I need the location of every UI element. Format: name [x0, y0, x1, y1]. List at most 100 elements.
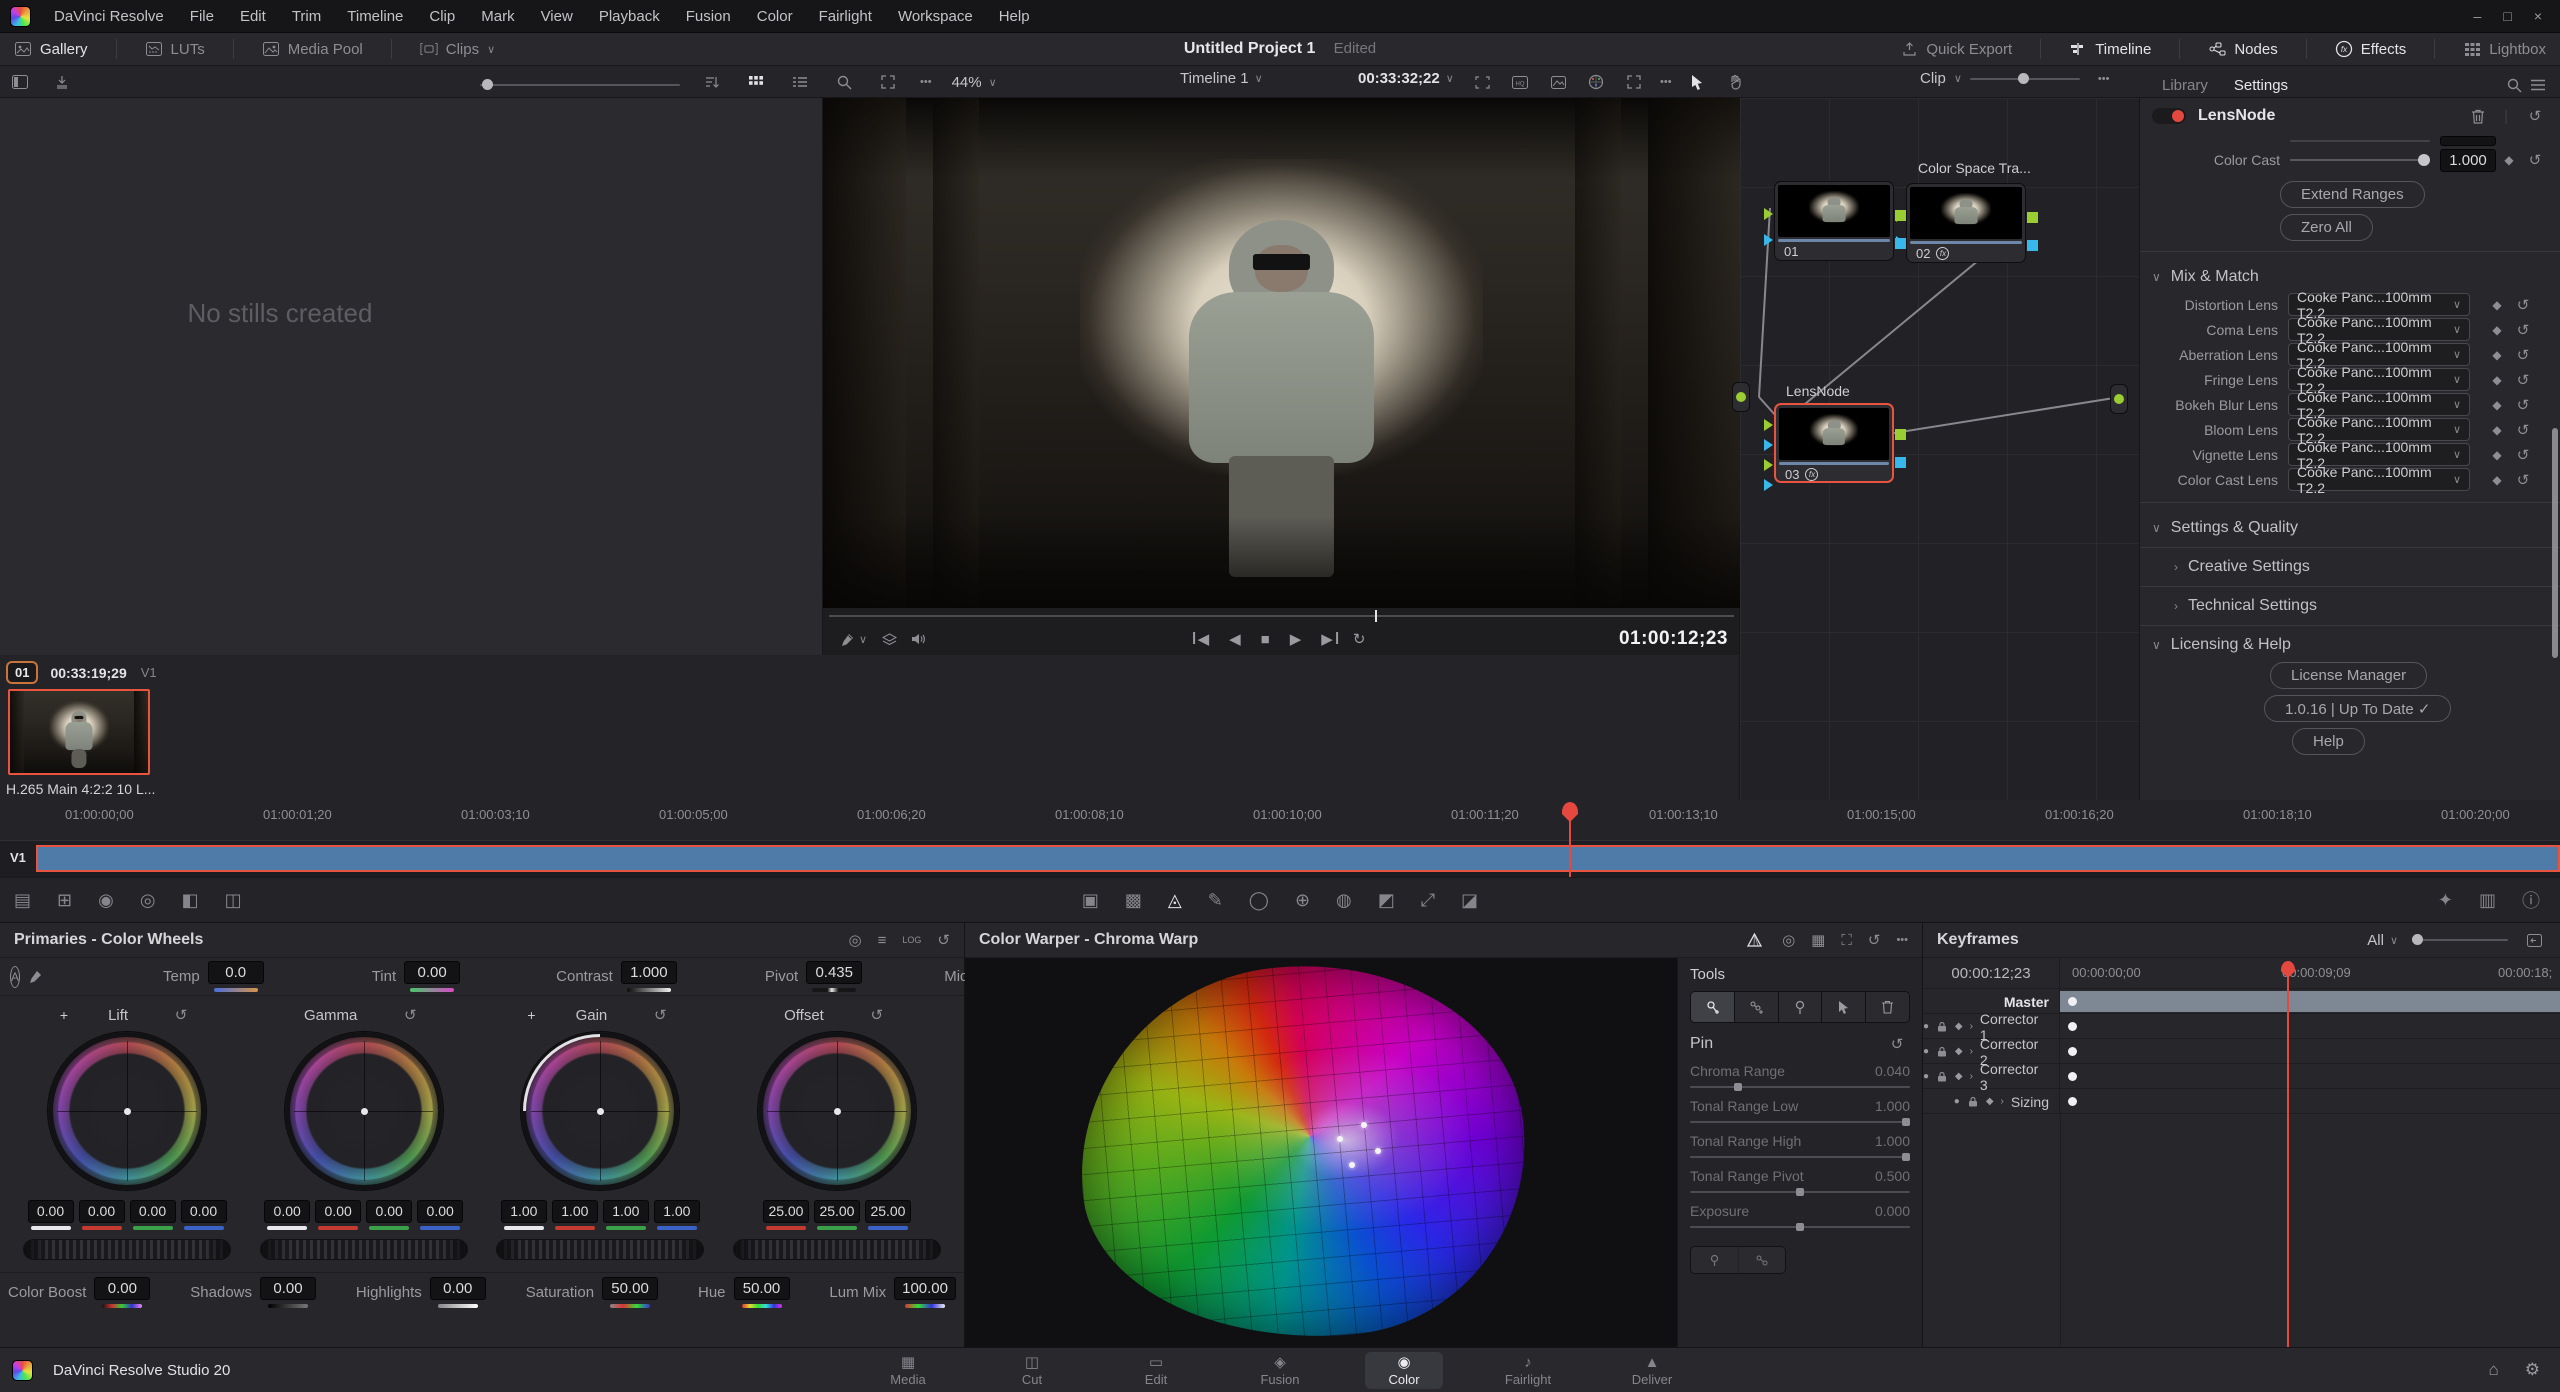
gamma-red-value[interactable]: 0.00 — [315, 1200, 362, 1223]
tonal-range-pivot-slider[interactable]: Tonal Range Pivot 0.500 — [1690, 1168, 1910, 1196]
expand-track-icon[interactable]: › — [1970, 1021, 1973, 1032]
grid-mode-icon[interactable]: ▦ — [1811, 931, 1825, 949]
chroma-warp-mode-icon[interactable] — [1742, 928, 1766, 952]
color-cast-value[interactable]: 1.000 — [2440, 148, 2496, 172]
tonal-range-high-slider[interactable]: Tonal Range High 1.000 — [1690, 1133, 1910, 1161]
keyframe-diamond-icon[interactable]: ◆ — [2484, 323, 2510, 337]
viewer-video[interactable] — [823, 98, 1740, 608]
proxy-quality-icon[interactable]: HQ — [1508, 70, 1532, 94]
reset-warper-icon[interactable]: ↺ — [1868, 931, 1881, 949]
reset-icon[interactable]: ↺ — [2510, 346, 2536, 364]
lock-icon[interactable] — [1936, 1046, 1948, 1058]
wheels-mode-icon[interactable]: ◎ — [849, 931, 862, 949]
reset-icon[interactable]: ↺ — [2510, 321, 2536, 339]
gamma-master-dial[interactable] — [259, 1239, 468, 1260]
lift-blue-value[interactable]: 0.00 — [180, 1200, 227, 1223]
keyframe-diamond-icon[interactable]: ◆ — [2484, 423, 2510, 437]
timeline-ruler[interactable]: 01:00:00;00 01:00:01;20 01:00:03;10 01:0… — [0, 800, 2560, 841]
reset-offset-icon[interactable]: ↺ — [864, 1006, 890, 1024]
node-03-lensnode[interactable]: 03 fx — [1764, 403, 1906, 491]
tonal-range-low-slider[interactable]: Tonal Range Low 1.000 — [1690, 1098, 1910, 1126]
grab-frame-icon[interactable]: ⊞ — [57, 890, 72, 911]
cursor-tool-icon[interactable] — [1686, 70, 1710, 94]
lift-master-value[interactable]: 0.00 — [27, 1200, 74, 1223]
page-edit[interactable]: ▭ Edit — [1117, 1352, 1195, 1389]
kf-track-corrector3[interactable]: ● ◆ › Corrector 3 — [1923, 1061, 2560, 1093]
gallery-panel-button[interactable]: Gallery — [0, 33, 102, 65]
keyframes-playhead-line[interactable] — [2287, 975, 2289, 1348]
menu-color[interactable]: Color — [744, 8, 806, 25]
hue-value[interactable]: 50.00 — [733, 1277, 790, 1300]
media-pool-panel-button[interactable]: Media Pool — [248, 33, 377, 65]
source-node[interactable] — [1732, 382, 1750, 412]
gallery-more-icon[interactable]: ••• — [920, 76, 932, 88]
reset-icon[interactable]: ↺ — [2510, 396, 2536, 414]
pin-mode-icon[interactable] — [1691, 1247, 1738, 1273]
page-cut[interactable]: ◫ Cut — [993, 1352, 1071, 1389]
highlights-value[interactable]: 0.00 — [429, 1277, 486, 1300]
quick-export-button[interactable]: Quick Export — [1886, 33, 2026, 65]
settings-list-icon[interactable] — [2526, 73, 2550, 97]
node-01[interactable]: 01 — [1764, 181, 1906, 261]
camera-raw-icon[interactable]: ▣ — [1082, 890, 1099, 911]
magic-mask-icon[interactable]: ✦ — [2438, 890, 2453, 911]
expand-warper-icon[interactable]: ⛶ — [1841, 932, 1852, 949]
window-close-icon[interactable]: × — [2534, 8, 2542, 24]
keyframes-ruler[interactable]: 00:00:00;00 00:00:09;09 00:00:18; — [2060, 958, 2560, 989]
grade-preview-icon[interactable] — [1584, 70, 1608, 94]
keyframe-diamond-icon[interactable]: ◆ — [2484, 398, 2510, 412]
hue-twist-mode-icon[interactable]: ◎ — [1782, 931, 1795, 949]
node-02[interactable]: 02 fx — [1896, 183, 2038, 263]
pin-tool[interactable] — [1778, 992, 1823, 1022]
gain-red-value[interactable]: 1.00 — [551, 1200, 598, 1223]
bars-mode-icon[interactable]: ≡ — [878, 932, 887, 949]
lum-mix-value[interactable]: 100.00 — [894, 1277, 956, 1300]
add-chained-pin-tool[interactable] — [1734, 992, 1779, 1022]
wipe-modes-icon[interactable] — [877, 627, 901, 651]
sizing-icon[interactable]: ⤢ — [1421, 890, 1435, 911]
delete-effect-icon[interactable] — [2466, 104, 2490, 128]
skip-end-icon[interactable]: ▶ — [1321, 630, 1338, 648]
menu-help[interactable]: Help — [986, 8, 1043, 25]
keyframe-diamond-icon[interactable]: ◆ — [1986, 1096, 1994, 1107]
tint-value[interactable]: 0.00 — [404, 961, 461, 984]
collapse-panel-icon[interactable] — [8, 70, 32, 94]
split-screen-icon[interactable]: ◫ — [225, 890, 242, 911]
contrast-value[interactable]: 1.000 — [620, 961, 677, 984]
expand-icon[interactable] — [876, 70, 900, 94]
chroma-range-slider[interactable]: Chroma Range 0.040 — [1690, 1063, 1910, 1091]
step-back-icon[interactable]: ◀ — [1229, 630, 1241, 648]
menu-workspace[interactable]: Workspace — [885, 8, 986, 25]
scopes-icon[interactable]: ▥ — [2479, 890, 2496, 911]
section-mix-match[interactable]: ∨ Mix & Match — [2140, 262, 2560, 292]
gain-master-value[interactable]: 1.00 — [500, 1200, 547, 1223]
tab-settings[interactable]: Settings — [2234, 77, 2288, 94]
viewer-timecode[interactable]: 00:33:32;22 — [1358, 70, 1440, 87]
lock-icon[interactable] — [1936, 1021, 1948, 1033]
keyframe-diamond-icon[interactable]: ◆ — [2484, 373, 2510, 387]
menu-playback[interactable]: Playback — [586, 8, 673, 25]
track-enable-icon[interactable]: ● — [1954, 1096, 1960, 1107]
menu-view[interactable]: View — [528, 8, 586, 25]
grid-view-icon[interactable] — [744, 70, 768, 94]
blur-icon[interactable]: ◍ — [1336, 890, 1352, 911]
chroma-warp-plot[interactable] — [965, 958, 1677, 1348]
project-manager-icon[interactable]: ⌂ — [2488, 1360, 2498, 1380]
auto-balance-icon[interactable]: A — [10, 965, 21, 988]
section-technical-settings[interactable]: › Technical Settings — [2140, 591, 2560, 621]
track-enable-icon[interactable]: ● — [1923, 1071, 1929, 1082]
warp-pin[interactable] — [1337, 1136, 1343, 1142]
printer-lights-icon[interactable]: + — [60, 1007, 68, 1023]
warp-pin[interactable] — [1361, 1122, 1367, 1128]
play-icon[interactable]: ▶ — [1290, 630, 1302, 648]
keyframe-diamond-icon[interactable]: ◆ — [2484, 473, 2510, 487]
timeline-selector[interactable]: Timeline 1 — [1180, 70, 1249, 87]
gain-master-dial[interactable] — [496, 1239, 705, 1260]
gamma-blue-value[interactable]: 0.00 — [417, 1200, 464, 1223]
thumbnail-size-slider[interactable] — [480, 79, 680, 90]
page-media[interactable]: ▦ Media — [869, 1352, 947, 1389]
menu-davinci-resolve[interactable]: DaVinci Resolve — [41, 8, 177, 25]
keyframe-diamond-icon[interactable]: ◆ — [1955, 1046, 1963, 1057]
sort-icon[interactable] — [700, 70, 724, 94]
offset-green-value[interactable]: 25.00 — [813, 1200, 860, 1223]
